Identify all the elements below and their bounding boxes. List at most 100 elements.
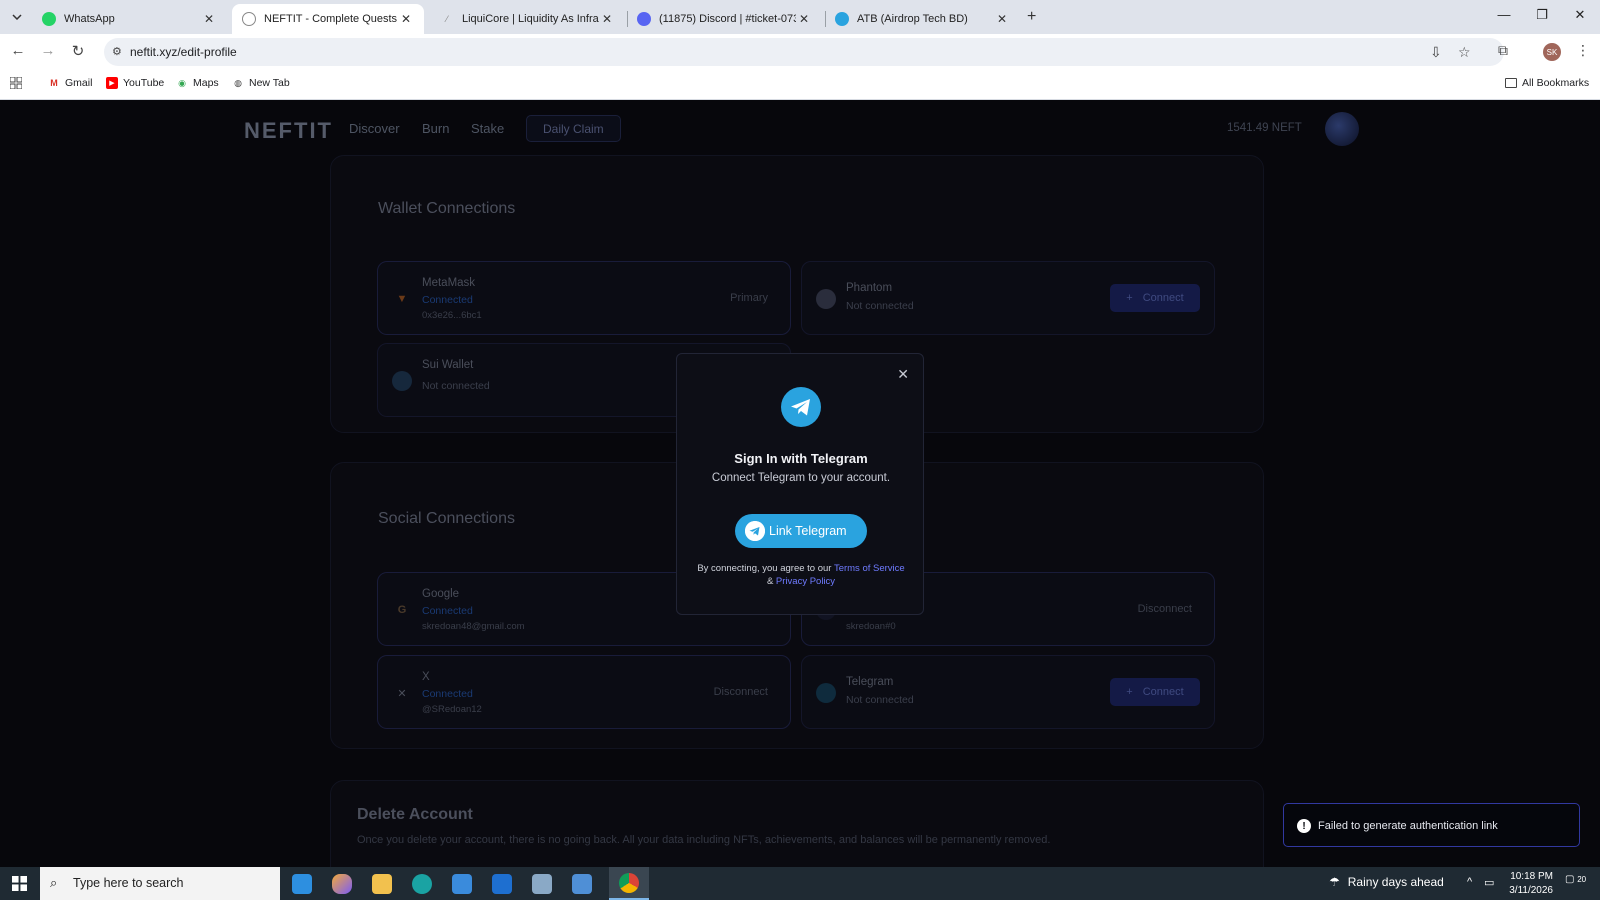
edge-app[interactable] (402, 867, 442, 900)
copilot-icon (332, 873, 352, 894)
clock-date: 3/11/2026 (1509, 885, 1553, 896)
taskbar-search[interactable]: ⌕ Type here to search (40, 867, 280, 900)
nav-discover[interactable]: Discover (349, 121, 400, 136)
mail-app[interactable] (562, 867, 602, 900)
bookmark-maps[interactable]: ◉ Maps (176, 77, 219, 89)
forward-button[interactable]: → (38, 42, 58, 59)
site-logo[interactable]: NEFTIT (244, 118, 333, 144)
bookmark-new-tab[interactable]: ◍ New Tab (232, 77, 290, 89)
outlook-app[interactable] (482, 867, 522, 900)
tab-title: NEFTIT - Complete Quests, Earn (264, 13, 398, 25)
notifications-button[interactable]: ▢ 20 (1565, 874, 1587, 892)
file-explorer-app[interactable] (362, 867, 402, 900)
window-close-button[interactable]: ✕ (1570, 7, 1590, 23)
folder-icon (372, 873, 392, 894)
terminal-app[interactable] (522, 867, 562, 900)
network-icon[interactable]: ▭ (1484, 876, 1494, 889)
bookmarks-bar: M Gmail ▶ YouTube ◉ Maps ◍ New Tab All B… (0, 70, 1600, 100)
windows-start-icon[interactable] (12, 876, 27, 891)
profile-avatar[interactable]: SK (1543, 43, 1561, 61)
address-bar[interactable]: ⚙ neftit.xyz/edit-profile ⇩ ☆ (104, 38, 1504, 66)
plus-icon: + (1126, 686, 1133, 698)
x-logo-icon: ✕ (397, 687, 407, 700)
url-text: neftit.xyz/edit-profile (130, 45, 237, 59)
disconnect-discord-button[interactable]: Disconnect (1138, 603, 1192, 615)
install-app-icon[interactable]: ⇩ (1430, 44, 1442, 61)
reload-button[interactable]: ↻ (68, 42, 88, 60)
page-icon (242, 12, 256, 26)
telegram-icon (835, 12, 849, 26)
back-button[interactable]: ← (8, 42, 28, 59)
social-account: skredoan#0 (846, 621, 896, 632)
tab-title: (11875) Discord | #ticket-0735 | I (659, 13, 796, 25)
metamask-fox-icon: ▼ (396, 293, 408, 305)
telegram-icon (816, 683, 836, 703)
terms-notice: By connecting, you agree to our Terms of… (695, 562, 907, 588)
wallet-name: Phantom (846, 282, 893, 294)
grid-icon (10, 77, 22, 89)
tab-liquicore[interactable]: ⁄ LiquiCore | Liquidity As Infrastru ✕ (430, 4, 625, 34)
system-clock[interactable]: 10:18 PM 3/11/2026 (1503, 870, 1553, 898)
telegram-logo-icon (781, 387, 821, 427)
connect-phantom-button[interactable]: + Connect (1110, 284, 1200, 312)
weather-widget[interactable]: ☂ Rainy days ahead (1329, 875, 1444, 889)
bookmark-youtube[interactable]: ▶ YouTube (106, 77, 164, 89)
google-icon: G (397, 604, 407, 616)
wallet-status: Connected (422, 294, 473, 306)
wallet-address: 0x3e26...6bc1 (422, 310, 482, 321)
privacy-policy-link[interactable]: Privacy Policy (776, 576, 835, 587)
social-card-x: ✕ X Connected @SRedoan12 Disconnect (377, 655, 791, 729)
site-settings-icon[interactable]: ⚙ (112, 45, 126, 59)
apps-icon[interactable] (10, 77, 22, 89)
menu-icon[interactable]: ⋮ (1576, 42, 1590, 59)
maps-pin-icon: ◉ (178, 77, 186, 88)
copilot-app[interactable] (322, 867, 362, 900)
tab-discord[interactable]: (11875) Discord | #ticket-0735 | I ✕ (627, 4, 822, 34)
gmail-icon: M (50, 78, 58, 88)
restore-button[interactable]: ❐ (1532, 7, 1552, 23)
new-tab-button[interactable]: + (1027, 8, 1036, 26)
site-header: NEFTIT Discover Burn Stake Daily Claim 1… (230, 100, 1359, 160)
nav-burn[interactable]: Burn (422, 121, 449, 136)
vscode-app[interactable] (282, 867, 322, 900)
all-bookmarks[interactable]: All Bookmarks (1505, 77, 1589, 89)
social-status: Connected (422, 605, 473, 617)
bookmark-gmail[interactable]: M Gmail (48, 77, 92, 89)
close-icon[interactable]: ✕ (897, 366, 909, 383)
close-icon[interactable]: ✕ (398, 12, 414, 26)
windows-taskbar: ⌕ Type here to search ☂ Rainy days ahead… (0, 867, 1600, 900)
store-app[interactable] (442, 867, 482, 900)
close-icon[interactable]: ✕ (796, 12, 812, 26)
modal-title: Sign In with Telegram (734, 451, 868, 466)
notification-count: 20 (1577, 875, 1587, 884)
chevron-down-icon (12, 14, 22, 20)
toast-message: Failed to generate authentication link (1318, 820, 1498, 832)
tab-atb[interactable]: ATB (Airdrop Tech BD) ✕ (825, 4, 1020, 34)
link-telegram-button[interactable]: Link Telegram (735, 514, 867, 548)
tab-search-button[interactable] (6, 7, 28, 27)
disconnect-x-button[interactable]: Disconnect (714, 686, 768, 698)
browser-toolbar: ← → ↻ ⚙ neftit.xyz/edit-profile ⇩ ☆ ⧉ ⋮ (0, 34, 1600, 70)
bookmark-star-icon[interactable]: ☆ (1458, 44, 1471, 61)
liquicore-icon: ⁄ (446, 14, 448, 24)
close-icon[interactable]: ✕ (201, 12, 217, 26)
outlook-icon (492, 873, 512, 894)
daily-claim-button[interactable]: Daily Claim (526, 115, 621, 142)
tab-neftit[interactable]: NEFTIT - Complete Quests, Earn ✕ (232, 4, 424, 34)
close-icon[interactable]: ✕ (599, 12, 615, 26)
button-label: Connect (1142, 292, 1184, 304)
minimize-button[interactable]: — (1494, 7, 1514, 22)
tab-whatsapp[interactable]: WhatsApp ✕ (32, 4, 227, 34)
tray-chevron-icon[interactable]: ^ (1467, 876, 1472, 888)
chrome-app[interactable] (609, 867, 649, 900)
nav-stake[interactable]: Stake (471, 121, 504, 136)
terms-of-service-link[interactable]: Terms of Service (834, 563, 905, 574)
delete-description: Once you delete your account, there is n… (357, 834, 1051, 846)
wallet-status: Not connected (846, 300, 914, 312)
close-icon[interactable]: ✕ (994, 12, 1010, 26)
bookmark-label: All Bookmarks (1522, 77, 1590, 89)
extensions-icon[interactable]: ⧉ (1498, 42, 1508, 59)
user-avatar[interactable] (1325, 112, 1359, 146)
section-title: Delete Account (357, 806, 473, 823)
connect-telegram-button[interactable]: + Connect (1110, 678, 1200, 706)
